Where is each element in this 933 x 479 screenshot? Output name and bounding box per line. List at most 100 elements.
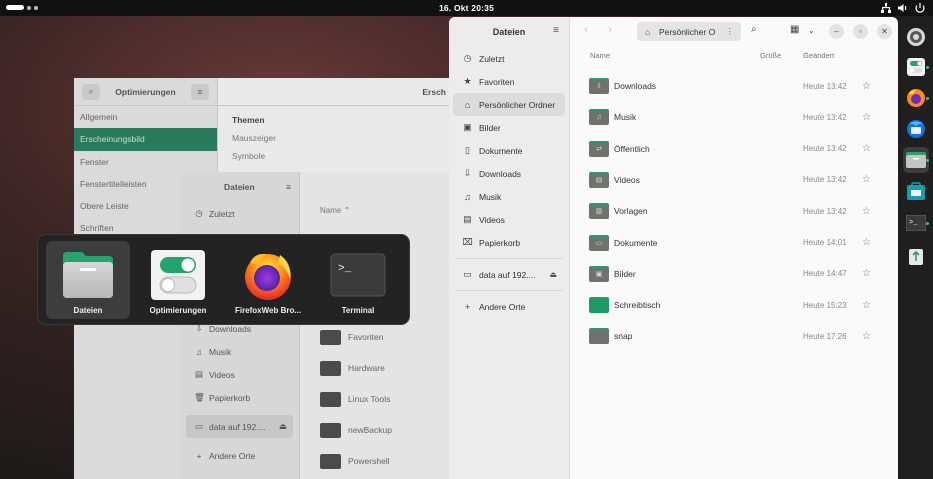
table-row[interactable]: ▤ Videos Heute 13:42 ☆	[570, 168, 898, 192]
files-window[interactable]: Dateien ≡ ◷ Zuletzt ★ Favoriten ⌂ Persönlic…	[449, 17, 898, 479]
menu-icon[interactable]: ≡	[553, 25, 559, 36]
kebab-menu-icon[interactable]: ⋮	[726, 26, 735, 37]
switcher-item-tweaks[interactable]: Optimierungen	[136, 241, 220, 319]
sidebar-item-trash[interactable]: 🗑 Papierkorb	[180, 386, 299, 409]
sidebar-item-label: Downloads	[479, 168, 522, 179]
list-item[interactable]: Powershell	[320, 451, 390, 471]
clock[interactable]: 16. Okt 20:35	[0, 3, 933, 13]
sidebar-item-other-locations[interactable]: + Andere Orte	[180, 444, 299, 467]
sidebar-item-home[interactable]: ⌂ Persönlicher Ordner	[453, 93, 565, 116]
system-tray[interactable]	[881, 3, 925, 13]
sidebar-item-recent[interactable]: ◷ Zuletzt	[449, 47, 569, 70]
close-button[interactable]: ✕	[877, 24, 892, 39]
star-icon[interactable]: ☆	[862, 174, 871, 185]
back-button[interactable]: ‹	[578, 24, 594, 38]
sidebar-item-music[interactable]: ♫ Musik	[180, 340, 299, 363]
table-row[interactable]: ♫ Musik Heute 13:42 ☆	[570, 105, 898, 129]
minimize-button[interactable]: –	[829, 24, 844, 39]
files-sidebar: Dateien ≡ ◷ Zuletzt ★ Favoriten ⌂ Persönlic…	[449, 17, 570, 479]
star-icon[interactable]: ☆	[862, 331, 871, 342]
star-icon[interactable]: ☆	[862, 81, 871, 92]
menu-icon[interactable]: ≡	[286, 182, 291, 192]
column-header-size[interactable]: Größe	[760, 51, 781, 60]
search-icon[interactable]: ⌕	[82, 83, 100, 100]
tweaks-row[interactable]: Symbole	[218, 143, 450, 161]
column-header-modified[interactable]: Geändert ⌃	[803, 51, 834, 60]
column-header-name[interactable]: Name ⌃	[320, 206, 350, 215]
search-icon[interactable]: ⌕	[751, 24, 757, 35]
network-drive-icon: ▭	[463, 269, 472, 279]
sidebar-item-videos[interactable]: ▤ Videos	[180, 363, 299, 386]
files-window-background[interactable]: Dateien ≡ ◷ Zuletzt ⇩ Downloads ♫ Musik ▤ Vi…	[180, 172, 450, 479]
sidebar-item-trash[interactable]: ⌧ Papierkorb	[449, 231, 569, 254]
switcher-item-firefox[interactable]: FirefoxWeb Bro...	[226, 241, 310, 319]
table-row[interactable]: ▣ Bilder Heute 14:47 ☆	[570, 262, 898, 286]
file-modified: Heute 13:42	[803, 175, 847, 185]
forward-button[interactable]: ›	[602, 24, 618, 38]
tweaks-row[interactable]: Mauszeiger	[218, 125, 450, 143]
star-icon[interactable]: ☆	[862, 237, 871, 248]
sidebar-item-label: Zuletzt	[479, 53, 505, 64]
tweaks-item[interactable]: Fenster	[74, 151, 217, 173]
star-icon[interactable]: ☆	[862, 206, 871, 217]
list-item[interactable]: Hardware	[320, 358, 385, 378]
thunderbird-icon	[907, 120, 925, 138]
switcher-item-terminal[interactable]: >_ Terminal	[316, 241, 400, 319]
table-row[interactable]: ⇩ Downloads Heute 13:42 ☆	[570, 74, 898, 98]
dock-software[interactable]	[903, 179, 929, 205]
tweaks-item[interactable]: Allgemein	[74, 106, 217, 128]
sidebar-item-recent[interactable]: ◷ Zuletzt	[180, 202, 299, 225]
tweaks-item[interactable]: Erscheinungsbild	[74, 128, 217, 151]
menu-icon[interactable]: ≡	[190, 83, 209, 100]
dock-tweaks[interactable]	[903, 54, 929, 80]
view-options-chevron-icon[interactable]: ⌄	[808, 26, 815, 35]
sidebar-item-network[interactable]: ▭ data auf 192.... ⏏	[186, 415, 293, 438]
eject-icon[interactable]: ⏏	[549, 270, 557, 279]
list-item[interactable]: Favoriten	[320, 327, 383, 347]
sidebar-item-other-locations[interactable]: + Andere Orte	[449, 295, 569, 318]
sidebar-item-documents[interactable]: ▯ Dokumente	[449, 139, 569, 162]
dock-settings[interactable]	[903, 24, 929, 50]
star-icon[interactable]: ☆	[862, 300, 871, 311]
table-row[interactable]: ⇄ Öffentlich Heute 13:42 ☆	[570, 137, 898, 161]
sidebar-item-pictures[interactable]: ▣ Bilder	[449, 116, 569, 139]
files-bg-title: Dateien	[224, 182, 255, 192]
eject-icon[interactable]: ⏏	[279, 421, 287, 432]
list-item[interactable]: newBackup	[320, 420, 392, 440]
switcher-item-files[interactable]: Dateien	[46, 241, 130, 319]
music-icon: ♫	[195, 346, 203, 357]
view-grid-icon[interactable]: ▦	[790, 24, 799, 35]
star-icon[interactable]: ☆	[862, 143, 871, 154]
sidebar-item-favorites[interactable]: ★ Favoriten	[449, 70, 569, 93]
dock-files[interactable]	[903, 147, 929, 173]
table-row[interactable]: ▭ Dokumente Heute 14:01 ☆	[570, 231, 898, 255]
list-item[interactable]: Linux Tools	[320, 389, 390, 409]
sidebar-item-label: Andere Orte	[209, 450, 256, 461]
table-row[interactable]: snap Heute 17:26 ☆	[570, 324, 898, 348]
dock-trash[interactable]	[903, 243, 929, 269]
dock-terminal[interactable]: >_	[903, 210, 929, 236]
software-icon	[907, 182, 925, 200]
dock-thunderbird[interactable]	[903, 116, 929, 142]
maximize-button[interactable]: ▫	[853, 24, 868, 39]
star-icon[interactable]: ☆	[862, 112, 871, 123]
sidebar-item-network[interactable]: ▭ data auf 192.... ⏏	[449, 263, 569, 286]
sidebar-item-videos[interactable]: ▤ Videos	[449, 208, 569, 231]
power-icon	[915, 3, 925, 13]
files-bg-content: Name ⌃ Favoriten Hardware Linux Tools ne…	[300, 172, 450, 479]
table-row[interactable]: ▥ Vorlagen Heute 13:42 ☆	[570, 199, 898, 223]
column-header-name[interactable]: Name	[590, 51, 610, 60]
public-folder-icon: ⇄	[589, 140, 609, 157]
sidebar-item-downloads[interactable]: ⇩ Downloads	[449, 162, 569, 185]
file-modified: Heute 14:47	[803, 269, 847, 279]
table-row[interactable]: Schreibtisch Heute 15:23 ☆	[570, 293, 898, 317]
sidebar-item-label: Videos	[209, 369, 235, 380]
dock-firefox[interactable]	[903, 85, 929, 111]
star-icon[interactable]: ☆	[862, 268, 871, 279]
folder-icon	[320, 422, 341, 438]
top-bar: 16. Okt 20:35	[0, 0, 933, 16]
path-bar[interactable]: ⌂ Persönlicher O ⋮	[637, 22, 741, 41]
tweaks-section-title: Themen	[232, 115, 265, 125]
sidebar-item-music[interactable]: ♫ Musik	[449, 185, 569, 208]
file-name: Downloads	[614, 81, 657, 91]
